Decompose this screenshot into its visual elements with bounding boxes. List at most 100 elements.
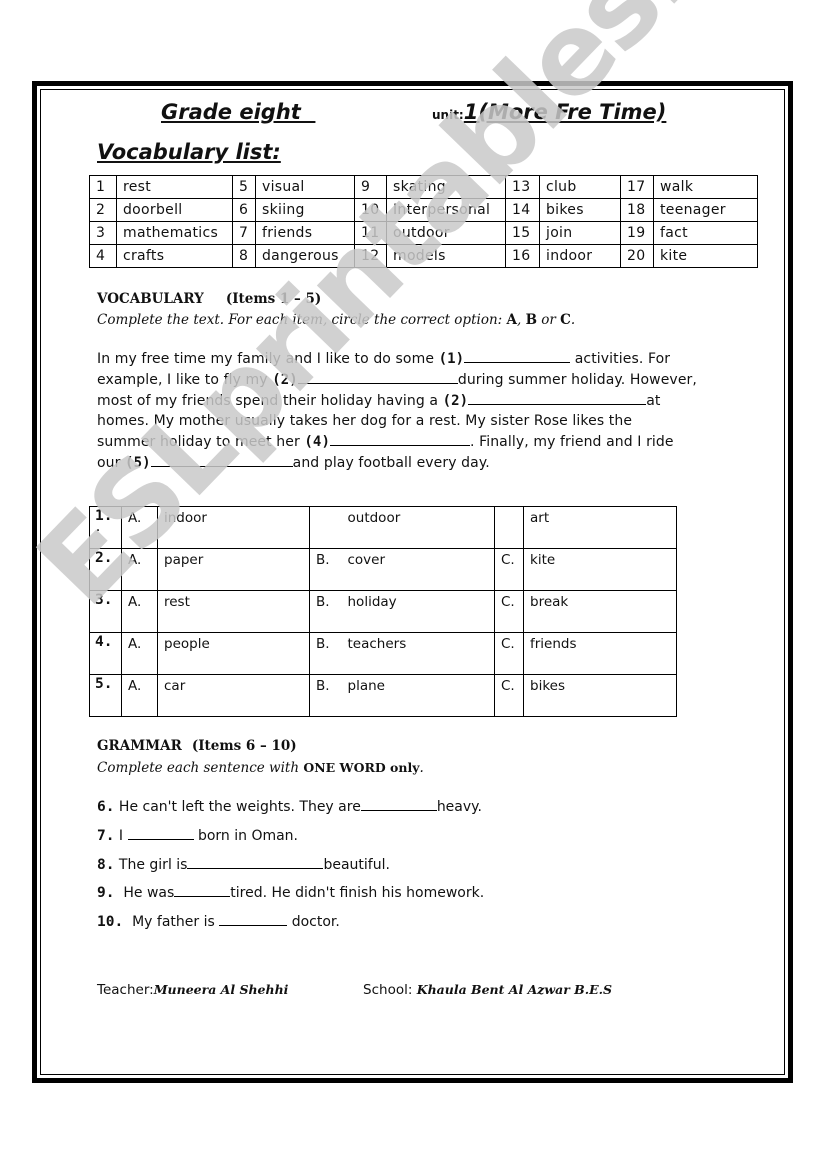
option-a[interactable]: indoor xyxy=(157,506,310,549)
vocab-word: bikes xyxy=(539,198,621,222)
option-a[interactable]: rest xyxy=(157,590,310,633)
option-c[interactable]: break xyxy=(523,590,677,633)
option-b-letter: B. xyxy=(309,632,342,675)
item-number-dot: . xyxy=(95,523,102,534)
item-marker: (2) xyxy=(272,371,298,388)
item-number: 5. xyxy=(89,674,122,717)
vocab-word: walk xyxy=(653,175,758,199)
question-text: I xyxy=(114,828,128,844)
vocab-word: indoor xyxy=(539,244,621,268)
question-text: heavy. xyxy=(436,799,482,815)
question-text: The girl is xyxy=(114,857,188,873)
instruction-emphasis: ONE WORD only xyxy=(303,760,420,775)
question-text: tired. He didn't finish his homework. xyxy=(230,885,485,901)
option-b[interactable]: plane xyxy=(341,674,495,717)
separator: , xyxy=(516,312,526,328)
vocab-word: rest xyxy=(116,175,233,199)
vocab-word: mathematics xyxy=(116,221,233,245)
item-marker: (5) xyxy=(125,454,151,471)
text: most of my friends spend their holiday h… xyxy=(97,392,443,409)
vocab-word: fact xyxy=(653,221,758,245)
vocab-number: 9 xyxy=(354,175,387,199)
vocab-number: 17 xyxy=(620,175,654,199)
question-text: He was xyxy=(114,885,175,901)
vocab-word: skating xyxy=(386,175,506,199)
grammar-question: 10. My father is doctor. xyxy=(97,912,340,930)
text: summer holiday to meet her xyxy=(97,434,305,451)
item-number: 1.. xyxy=(89,506,122,549)
vocab-word: doorbell xyxy=(116,198,233,222)
answer-blank[interactable] xyxy=(219,912,288,926)
option-a[interactable]: people xyxy=(157,632,310,675)
grammar-question: 6. He can't left the weights. They are he… xyxy=(97,797,482,815)
vocab-number: 10 xyxy=(354,198,387,222)
option-b-letter: B. xyxy=(309,590,342,633)
option-b[interactable]: holiday xyxy=(341,590,495,633)
vocab-number: 2 xyxy=(89,198,117,222)
answer-blank-4[interactable] xyxy=(329,432,470,447)
option-a[interactable]: car xyxy=(157,674,310,717)
vocab-word: join xyxy=(539,221,621,245)
answer-blank[interactable] xyxy=(127,826,194,840)
option-c[interactable]: friends xyxy=(523,632,677,675)
question-number: 6. xyxy=(97,799,115,815)
instruction-text: Complete each sentence with xyxy=(97,760,304,776)
item-number: 2. xyxy=(89,548,122,591)
option-c-letter: C. xyxy=(494,548,524,591)
grammar-instruction: Complete each sentence with ONE WORD onl… xyxy=(97,760,424,776)
text: at xyxy=(646,392,661,409)
text: . Finally, my friend and I ride xyxy=(469,434,674,451)
instruction-text: Complete the text. For each item, circle… xyxy=(97,312,507,328)
vocab-word: Interpersonal xyxy=(386,198,506,222)
vocab-number: 18 xyxy=(620,198,654,222)
option-row: 4. A. people B. teachers C. friends xyxy=(89,632,677,675)
unit-label: unit: xyxy=(432,108,464,122)
text: homes. My mother usually takes her dog f… xyxy=(97,413,633,430)
option-b[interactable]: cover xyxy=(341,548,495,591)
vocab-word: visual xyxy=(255,175,355,199)
option-a-letter: A. xyxy=(121,548,158,591)
answer-blank[interactable] xyxy=(174,883,231,897)
school-label: School: xyxy=(363,982,417,998)
option-a[interactable]: paper xyxy=(157,548,310,591)
vocab-row: 2 doorbell 6 skiing 10 Interpersonal 14 bikes 18… xyxy=(89,198,758,222)
answer-blank-2[interactable] xyxy=(297,370,458,384)
vocab-word: teenager xyxy=(653,198,758,222)
grammar-question: 9. He was tired. He didn't finish his hom… xyxy=(97,883,484,901)
text: activities. For xyxy=(570,351,671,367)
answer-blank[interactable] xyxy=(187,855,324,869)
cloze-paragraph: In my free time my family and I like to … xyxy=(97,349,747,474)
vocabulary-heading-text: VOCABULARY xyxy=(97,291,204,307)
option-b[interactable]: outdoor xyxy=(341,506,495,549)
grammar-heading-text: GRAMMAR xyxy=(97,738,182,754)
school-name: Khaula Bent Al Azwar B.E.S xyxy=(416,982,612,997)
option-c-label: C xyxy=(560,312,571,328)
answer-blank-1[interactable] xyxy=(464,349,571,363)
text: example, I like to fly my xyxy=(97,371,273,388)
vocab-word: skiing xyxy=(255,198,355,222)
question-number: 8. xyxy=(97,857,115,873)
option-row: 3. A. rest B. holiday C. break xyxy=(89,590,677,633)
answer-blank-3[interactable] xyxy=(468,391,647,405)
question-text: doctor. xyxy=(287,914,340,930)
vocab-number: 4 xyxy=(89,244,117,268)
option-b[interactable]: teachers xyxy=(341,632,495,675)
item-marker: (2) xyxy=(442,392,469,409)
vocab-word: friends xyxy=(255,221,355,245)
vocab-number: 1 xyxy=(89,175,117,199)
option-a-letter: A. xyxy=(121,590,158,633)
vocab-word: crafts xyxy=(116,244,233,268)
item-number: 3. xyxy=(89,590,122,633)
answer-blank-5[interactable] xyxy=(150,453,293,467)
answer-blank[interactable] xyxy=(360,797,437,811)
option-row: 5. A. car B. plane C. bikes xyxy=(89,674,677,717)
vocab-number: 6 xyxy=(232,198,256,222)
vocabulary-section-heading: VOCABULARY (Items 1 – 5) xyxy=(97,291,321,307)
period: . xyxy=(419,760,424,776)
option-c[interactable]: bikes xyxy=(523,674,677,717)
option-c-letter: C. xyxy=(494,590,524,633)
option-b-letter xyxy=(309,506,342,549)
option-c[interactable]: kite xyxy=(523,548,677,591)
vocab-row: 4 crafts 8 dangerous 12 models 16 indoor 20 kite xyxy=(89,244,758,268)
option-c[interactable]: art xyxy=(523,506,677,549)
